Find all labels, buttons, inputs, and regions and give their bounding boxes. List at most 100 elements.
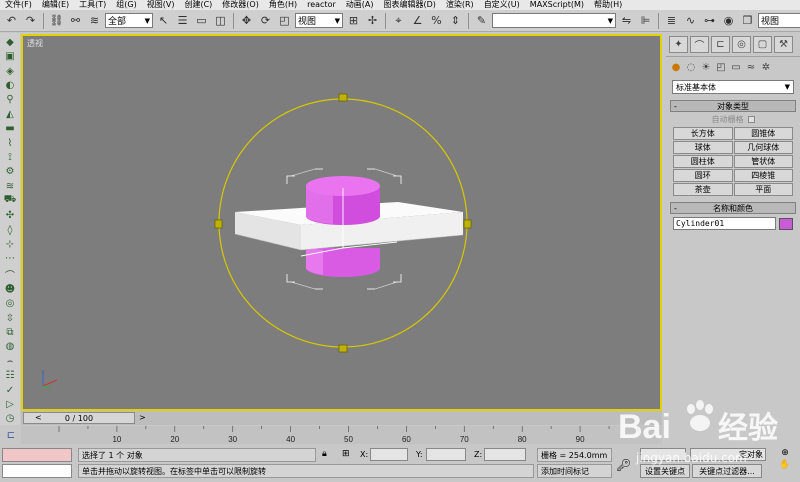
scale-icon[interactable]: ◰	[276, 12, 293, 29]
soft-body-modifier-icon[interactable]: ◍	[3, 341, 18, 353]
cylinder-lower[interactable]	[306, 248, 380, 277]
constraint-icon[interactable]: ⊹	[3, 238, 18, 250]
spinner-snap-icon[interactable]: ⇕	[447, 12, 464, 29]
rotate-icon[interactable]: ⟳	[257, 12, 274, 29]
absolute-mode-icon[interactable]: ⊞	[342, 449, 350, 459]
maxscript-listener-output[interactable]	[2, 448, 72, 462]
pivot-center-icon[interactable]: ⊞	[345, 12, 362, 29]
material-editor-icon[interactable]: ◉	[720, 12, 737, 29]
menu-item[interactable]: 视图(V)	[142, 0, 180, 10]
cloth-icon[interactable]: ◈	[3, 65, 18, 77]
gizmo-handle-right[interactable]	[463, 219, 472, 229]
snap-3d-icon[interactable]: ⌖	[390, 12, 407, 29]
cloth-modifier-icon[interactable]: ⧉	[3, 326, 18, 338]
menu-item[interactable]: 修改器(O)	[217, 0, 264, 10]
manipulate-icon[interactable]: ✢	[364, 12, 381, 29]
water-icon[interactable]: ◊	[3, 224, 18, 236]
select-object-icon[interactable]: ↖	[155, 12, 172, 29]
menu-item[interactable]: 组(G)	[111, 0, 141, 10]
preview-animation-icon[interactable]: ▷	[3, 398, 18, 410]
plane-icon[interactable]: ▬	[3, 122, 18, 134]
curve-editor-icon[interactable]: ∿	[682, 12, 699, 29]
menu-item[interactable]: 动画(A)	[341, 0, 379, 10]
open-property-editor-icon[interactable]: ☷	[3, 370, 18, 382]
sphere-button[interactable]: 球体	[673, 141, 733, 154]
layer-manager-icon[interactable]: ≣	[663, 12, 680, 29]
wind-icon[interactable]: ≋	[3, 180, 18, 192]
geosphere-button[interactable]: 几何球体	[733, 141, 793, 154]
torus-button[interactable]: 圆环	[673, 169, 733, 182]
cone-button[interactable]: 圆锥体	[733, 127, 793, 140]
lights-icon[interactable]: ☀	[699, 60, 713, 74]
menu-item[interactable]: 图表编辑器(D)	[378, 0, 440, 10]
name-color-rollout-header[interactable]: - 名称和颜色	[670, 202, 796, 214]
pan-icon[interactable]: ✋	[779, 460, 790, 470]
teapot-button[interactable]: 茶壶	[673, 183, 733, 196]
selection-filter-dropdown[interactable]: 全部 ▼	[105, 13, 153, 28]
shapes-icon[interactable]: ◌	[684, 60, 698, 74]
display-tab-icon[interactable]: ▢	[753, 36, 772, 53]
object-color-swatch[interactable]	[779, 217, 793, 230]
object-type-rollout-header[interactable]: - 对象类型	[670, 100, 796, 112]
tube-button[interactable]: 管状体	[733, 155, 793, 168]
undo-icon[interactable]: ↶	[3, 12, 20, 29]
edit-named-selection-icon[interactable]: ✎	[473, 12, 490, 29]
menu-item[interactable]: reactor	[302, 0, 341, 10]
modify-tab-icon[interactable]: ⌒	[690, 36, 709, 53]
gizmo-handle-bottom[interactable]	[338, 344, 348, 353]
named-selection-dropdown[interactable]: ▼	[492, 13, 616, 28]
create-animation-icon[interactable]: ◷	[3, 413, 18, 425]
key-icon[interactable]: 🔑︎	[616, 458, 631, 472]
menu-item[interactable]: 自定义(U)	[479, 0, 525, 10]
reference-coord-dropdown[interactable]: 视图 ▼	[295, 13, 343, 28]
bind-space-warp-icon[interactable]: ≋	[86, 12, 103, 29]
soft-body-icon[interactable]: ◐	[3, 79, 18, 91]
cameras-icon[interactable]: ◰	[714, 60, 728, 74]
object-name-input[interactable]: Cylinder01	[673, 217, 776, 230]
viewport-label[interactable]: 透视	[27, 38, 43, 49]
menu-item[interactable]: 编辑(E)	[37, 0, 74, 10]
toy-car-icon[interactable]: ⛟	[3, 194, 18, 207]
plane-button[interactable]: 平面	[733, 183, 793, 196]
motion-tab-icon[interactable]: ◎	[732, 36, 751, 53]
ragdoll-icon[interactable]: ☻	[3, 283, 18, 295]
move-icon[interactable]: ✥	[238, 12, 255, 29]
angle-snap-icon[interactable]: ∠	[409, 12, 426, 29]
spring-icon[interactable]: ⌇	[3, 137, 18, 149]
point-point-icon[interactable]: ⋯	[3, 253, 18, 265]
helpers-icon[interactable]: ▭	[729, 60, 743, 74]
schematic-view-icon[interactable]: ⊶	[701, 12, 718, 29]
menu-item[interactable]: 文件(F)	[0, 0, 37, 10]
next-frame-arrow[interactable]: >	[139, 413, 146, 422]
unlink-icon[interactable]: ⚯	[67, 12, 84, 29]
render-setup-icon[interactable]: ❐	[739, 12, 756, 29]
lock-selection-icon[interactable]: 🔒︎	[322, 449, 327, 459]
car-wheel-icon[interactable]: ◎	[3, 298, 18, 310]
link-icon[interactable]: ⛓	[48, 12, 65, 29]
key-filters-button[interactable]: 关键点过滤器...	[692, 464, 762, 478]
zoom-icon[interactable]: ⊕	[781, 448, 789, 458]
create-tab-icon[interactable]: ✦	[669, 36, 688, 53]
hierarchy-tab-icon[interactable]: ⊏	[711, 36, 730, 53]
menu-item[interactable]: 创建(C)	[179, 0, 217, 10]
deforming-mesh-icon[interactable]: ◭	[3, 108, 18, 120]
z-coord-field[interactable]	[484, 448, 526, 461]
analyze-world-icon[interactable]: ✓	[3, 384, 18, 396]
menu-item[interactable]: 角色(H)	[264, 0, 302, 10]
rope-icon[interactable]: ⚲	[3, 94, 18, 106]
rigid-body-icon[interactable]: ▣	[3, 50, 18, 62]
pyramid-button[interactable]: 四棱锥	[733, 169, 793, 182]
cylinder-button[interactable]: 圆柱体	[673, 155, 733, 168]
select-by-name-icon[interactable]: ☰	[174, 12, 191, 29]
time-slider[interactable]: 0 / 100 < >	[21, 411, 662, 425]
percent-snap-icon[interactable]: %	[428, 12, 445, 29]
redo-icon[interactable]: ↷	[22, 12, 39, 29]
geometry-icon[interactable]: ●	[669, 60, 683, 74]
systems-icon[interactable]: ✲	[759, 60, 773, 74]
menu-item[interactable]: MAXScript(M)	[525, 0, 589, 10]
utilities-tab-icon[interactable]: ⚒	[774, 36, 793, 53]
menu-item[interactable]: 渲染(R)	[441, 0, 479, 10]
add-time-tag-button[interactable]: 添加时间标记	[537, 464, 612, 478]
render-view-dropdown[interactable]: 视图 ▼	[758, 13, 800, 28]
prev-frame-arrow[interactable]: <	[35, 413, 42, 422]
